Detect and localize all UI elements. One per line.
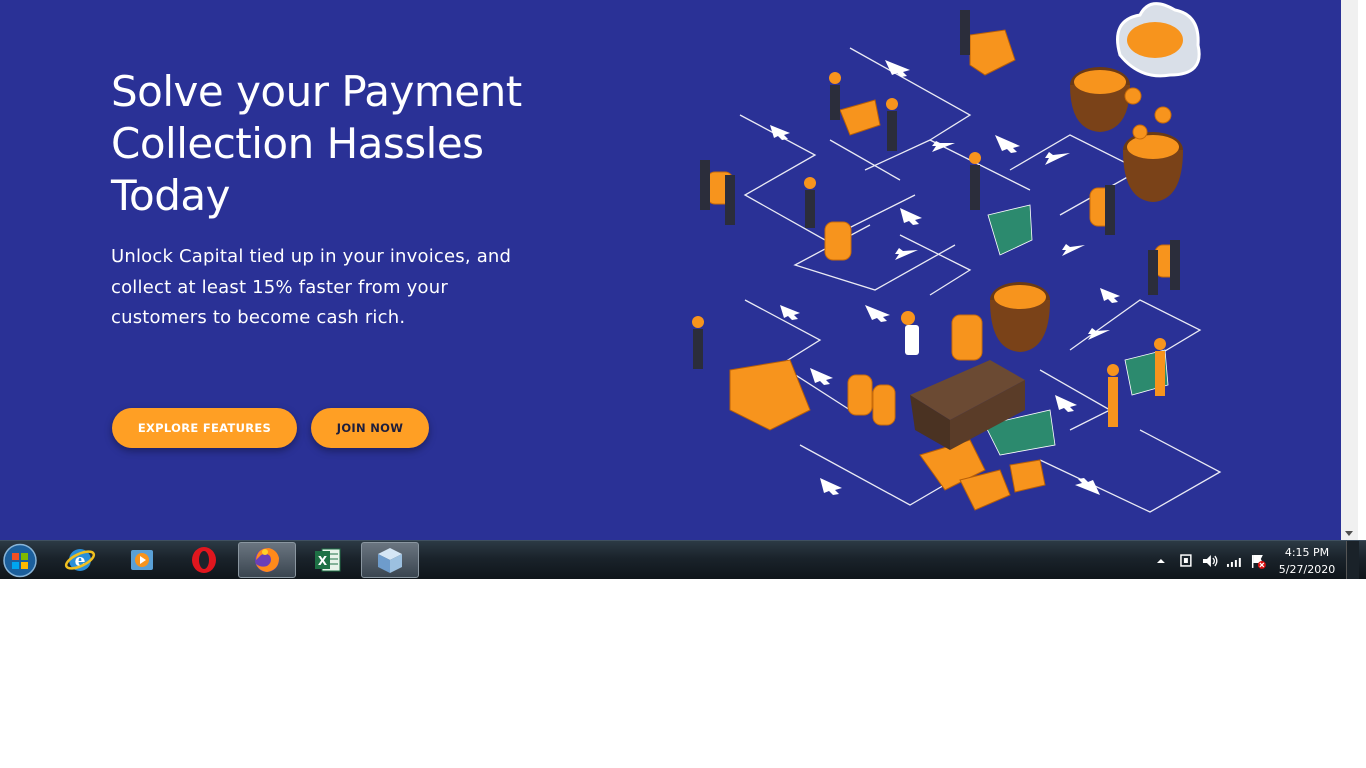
taskbar-excel[interactable]: X: [299, 542, 357, 578]
hero-title-line: Collection Hassles: [111, 119, 484, 168]
hero-subtitle-line: customers to become cash rich.: [111, 307, 406, 328]
taskbar-firefox[interactable]: [238, 542, 296, 578]
svg-text:X: X: [318, 554, 328, 568]
start-button[interactable]: [1, 542, 39, 579]
taskbar-opera[interactable]: [175, 542, 233, 578]
join-now-button[interactable]: JOIN NOW: [311, 408, 429, 448]
taskbar-internet-explorer[interactable]: e: [51, 542, 109, 578]
clock-date: 5/27/2020: [1278, 563, 1336, 576]
windows-taskbar: e X 4:15 PM 5/27/2020: [0, 540, 1366, 579]
hero-subtitle-line: collect at least 15% faster from your: [111, 276, 448, 298]
payment-flow-illustration: [692, 2, 1222, 513]
hero-section: Solve your Payment Collection Hassles To…: [0, 0, 1341, 540]
show-desktop-button[interactable]: [1346, 541, 1359, 579]
windows-logo-icon: [3, 543, 37, 578]
action-center-flag-icon[interactable]: [1247, 552, 1269, 570]
opera-icon: [192, 547, 216, 573]
virtualbox-icon: [378, 548, 402, 573]
hero-subtitle-line: Unlock Capital tied up in your invoices,…: [111, 246, 512, 267]
signal-icon[interactable]: [1223, 552, 1245, 570]
taskbar-media-player[interactable]: [113, 542, 171, 578]
show-hidden-icons-arrow[interactable]: [1154, 554, 1168, 568]
scroll-down-arrow-icon[interactable]: [1345, 531, 1353, 536]
vertical-scrollbar[interactable]: [1341, 0, 1358, 540]
hero-title: Solve your Payment Collection Hassles To…: [111, 66, 581, 222]
hero-title-line: Solve your Payment: [111, 67, 522, 116]
firefox-icon: [255, 548, 279, 572]
network-adapter-icon[interactable]: [1176, 552, 1198, 570]
taskbar-clock[interactable]: 4:15 PM 5/27/2020: [1272, 544, 1342, 578]
hero-title-line: Today: [111, 171, 230, 220]
volume-icon[interactable]: [1200, 552, 1222, 570]
media-player-icon: [131, 550, 153, 570]
hero-subtitle: Unlock Capital tied up in your invoices,…: [111, 242, 541, 334]
clock-time: 4:15 PM: [1284, 546, 1330, 559]
taskbar-virtualbox[interactable]: [361, 542, 419, 578]
internet-explorer-icon: e: [64, 549, 96, 571]
explore-features-button[interactable]: EXPLORE FEATURES: [112, 408, 297, 448]
excel-icon: X: [315, 548, 341, 572]
system-tray: [1154, 541, 1269, 580]
